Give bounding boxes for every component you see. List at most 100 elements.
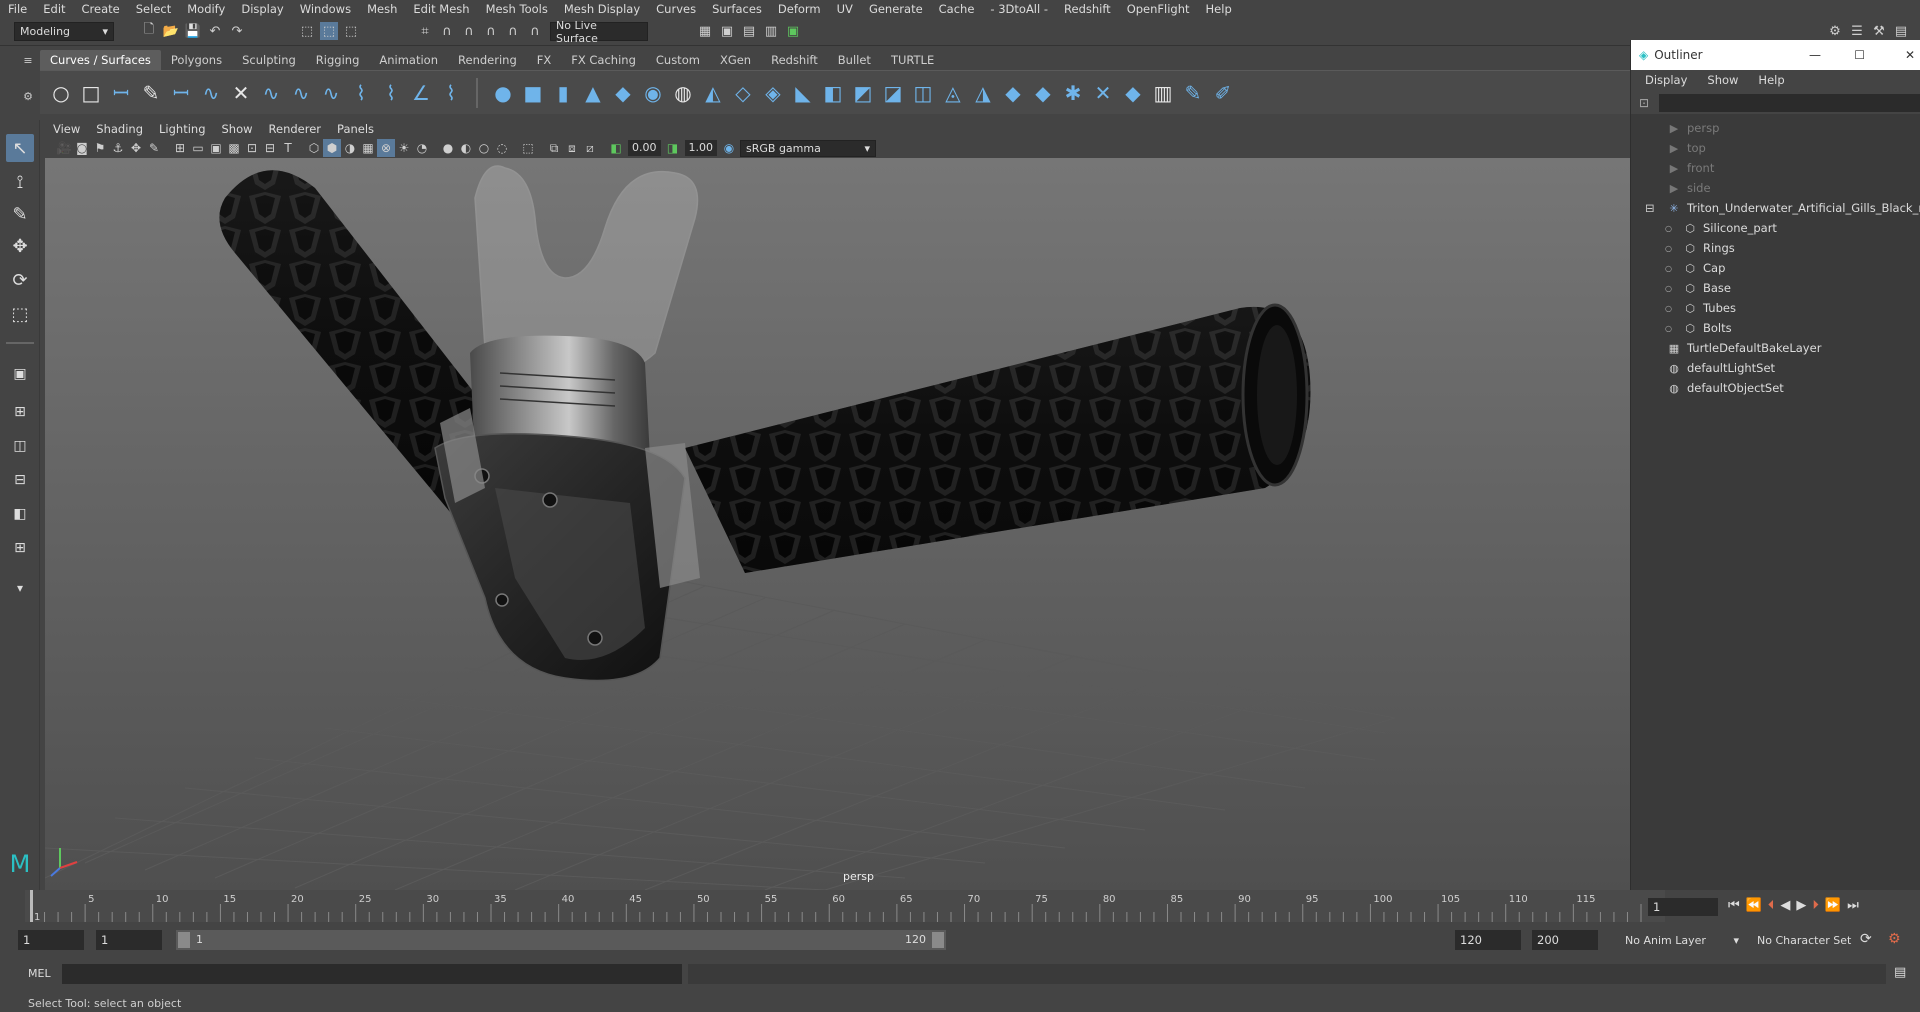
menu-item-modify[interactable]: Modify bbox=[179, 2, 233, 16]
channel-box-icon[interactable]: ▤ bbox=[1892, 22, 1910, 40]
play-forwards-icon[interactable]: ▶ bbox=[1796, 898, 1806, 913]
persp-outliner-icon[interactable]: ◫ bbox=[6, 432, 34, 460]
range-slider[interactable]: 1 120 bbox=[176, 930, 946, 950]
paint-select-icon[interactable]: ✎ bbox=[6, 200, 34, 228]
menu-item-windows[interactable]: Windows bbox=[292, 2, 359, 16]
safe-action-icon[interactable]: ⊟ bbox=[261, 139, 279, 157]
outliner-item[interactable]: ◍ defaultLightSet bbox=[1667, 358, 1775, 378]
persp-graph-icon[interactable]: ⊟ bbox=[6, 466, 34, 494]
outliner-filter-icon[interactable]: ⊡ bbox=[1639, 96, 1649, 110]
attach-surfaces-icon[interactable]: ◆ bbox=[1028, 78, 1058, 108]
birail-icon[interactable]: ◣ bbox=[788, 78, 818, 108]
select-hierarchy-icon[interactable]: ⬚ bbox=[298, 22, 316, 40]
bevel-plus-icon[interactable]: ◪ bbox=[878, 78, 908, 108]
shelf-tab-rigging[interactable]: Rigging bbox=[306, 50, 370, 70]
render-settings-icon[interactable]: ▦ bbox=[696, 22, 714, 40]
exposure-field[interactable]: 0.00 bbox=[628, 140, 661, 156]
snap-live-icon[interactable]: ∩ bbox=[526, 22, 544, 40]
nurbs-cube-icon[interactable]: ■ bbox=[518, 78, 548, 108]
resolution-gate-icon[interactable]: ▣ bbox=[207, 139, 225, 157]
render-view-icon[interactable]: ▣ bbox=[718, 22, 736, 40]
outliner-item[interactable]: ○ ⬡ Silicone_part bbox=[1665, 218, 1777, 238]
grease-pencil-icon[interactable]: ✎ bbox=[145, 139, 163, 157]
ipr-render-icon[interactable]: ▥ bbox=[762, 22, 780, 40]
hypershade-icon[interactable]: ▣ bbox=[784, 22, 802, 40]
trim-tool-icon[interactable]: ◮ bbox=[968, 78, 998, 108]
arc-tool-icon[interactable]: ✕ bbox=[226, 78, 256, 108]
shelf-tab-bullet[interactable]: Bullet bbox=[828, 50, 881, 70]
nurbs-circle-icon[interactable]: ○ bbox=[46, 78, 76, 108]
gamma-field[interactable]: 1.00 bbox=[684, 140, 717, 156]
shelf-tab-fx-caching[interactable]: FX Caching bbox=[561, 50, 646, 70]
layout-menu-icon[interactable]: ▾ bbox=[6, 574, 34, 602]
extrude-icon[interactable]: ◈ bbox=[758, 78, 788, 108]
outliner-menu-show[interactable]: Show bbox=[1697, 73, 1748, 87]
range-handle-start[interactable] bbox=[178, 932, 190, 948]
menu-item-select[interactable]: Select bbox=[128, 2, 179, 16]
auto-key-icon[interactable]: ⟳ bbox=[1860, 931, 1872, 947]
maximize-icon[interactable]: ☐ bbox=[1854, 48, 1865, 62]
panel-menu-show[interactable]: Show bbox=[214, 122, 261, 136]
panel-menu-panels[interactable]: Panels bbox=[329, 122, 382, 136]
step-back-frame-icon[interactable]: ⏴ bbox=[1768, 898, 1775, 913]
menu-item-mesh-display[interactable]: Mesh Display bbox=[556, 2, 648, 16]
single-perspective-view-icon[interactable]: ▣ bbox=[6, 360, 34, 388]
lasso-tool-icon[interactable]: ⟟ bbox=[6, 168, 34, 196]
pencil-curve-icon[interactable]: ∿ bbox=[196, 78, 226, 108]
menu-item-curves[interactable]: Curves bbox=[648, 2, 704, 16]
shelf-tab-fx[interactable]: FX bbox=[527, 50, 562, 70]
camera-attributes-icon[interactable]: ◙ bbox=[73, 139, 91, 157]
anim-prefs-icon[interactable]: ⚙ bbox=[1888, 931, 1901, 947]
panel-menu-shading[interactable]: Shading bbox=[88, 122, 151, 136]
scale-tool-icon[interactable]: ⬚ bbox=[6, 300, 34, 328]
extend-curve-icon[interactable]: ⌇ bbox=[346, 78, 376, 108]
wireframe-icon[interactable]: ⬡ bbox=[305, 139, 323, 157]
menu-item-deform[interactable]: Deform bbox=[770, 2, 829, 16]
menu-item-mesh-tools[interactable]: Mesh Tools bbox=[478, 2, 556, 16]
modeling-toolkit-icon[interactable]: ⚙ bbox=[1826, 22, 1844, 40]
outliner-item[interactable]: ⊟ ✳ Triton_Underwater_Artificial_Gills_Bla… bbox=[1645, 198, 1920, 218]
mode-dropdown[interactable]: Modeling ▾ bbox=[14, 22, 114, 41]
tool-settings-icon[interactable]: ⚒ bbox=[1870, 22, 1888, 40]
outliner-item[interactable]: ◍ defaultObjectSet bbox=[1667, 378, 1784, 398]
backface-culling-icon[interactable]: ⧄ bbox=[581, 139, 599, 157]
outliner-item[interactable]: ○ ⬡ Cap bbox=[1665, 258, 1725, 278]
shelf-tab-custom[interactable]: Custom bbox=[646, 50, 710, 70]
render-current-icon[interactable]: ▤ bbox=[740, 22, 758, 40]
menu-item-generate[interactable]: Generate bbox=[861, 2, 931, 16]
outliner-item[interactable]: ○ ⬡ Bolts bbox=[1665, 318, 1732, 338]
add-points-icon[interactable]: ⌇ bbox=[436, 78, 466, 108]
textured-icon[interactable]: ▦ bbox=[359, 139, 377, 157]
menu-item-edit-mesh[interactable]: Edit Mesh bbox=[405, 2, 477, 16]
attribute-editor-icon[interactable]: ☰ bbox=[1848, 22, 1866, 40]
snap-grid-icon[interactable]: ⌗ bbox=[416, 22, 434, 40]
surface-edit-icon[interactable]: ✐ bbox=[1208, 78, 1238, 108]
xray-joints-icon[interactable]: ⧉ bbox=[545, 139, 563, 157]
move-tool-icon[interactable]: ✥ bbox=[6, 232, 34, 260]
2d-pan-zoom-icon[interactable]: ✥ bbox=[127, 139, 145, 157]
insert-isoparm-icon[interactable]: ◆ bbox=[1118, 78, 1148, 108]
depth-of-field-icon[interactable]: ◌ bbox=[493, 139, 511, 157]
field-chart-icon[interactable]: ⊡ bbox=[243, 139, 261, 157]
snap-curve-icon[interactable]: ∩ bbox=[438, 22, 456, 40]
current-time-marker[interactable] bbox=[30, 890, 33, 922]
go-to-end-icon[interactable]: ⏭ bbox=[1847, 898, 1859, 913]
untrim-icon[interactable]: ◆ bbox=[998, 78, 1028, 108]
script-editor-icon[interactable]: ▤ bbox=[1894, 965, 1906, 980]
shelf-menu-icon[interactable]: ≡ bbox=[20, 50, 36, 70]
viewport-persp[interactable]: persp bbox=[45, 158, 1630, 890]
shelf-tab-redshift[interactable]: Redshift bbox=[761, 50, 828, 70]
nurbs-torus-icon[interactable]: ◉ bbox=[638, 78, 668, 108]
live-surface-field[interactable]: No Live Surface bbox=[550, 19, 648, 45]
outliner-item[interactable]: ▶ front bbox=[1667, 158, 1715, 178]
playback-start-field[interactable]: 1 bbox=[96, 930, 162, 950]
detach-surfaces-icon[interactable]: ✱ bbox=[1058, 78, 1088, 108]
rotate-tool-icon[interactable]: ⟳ bbox=[6, 266, 34, 294]
snap-surface-icon[interactable]: ∩ bbox=[504, 22, 522, 40]
use-all-lights-icon[interactable]: ⊗ bbox=[377, 139, 395, 157]
rebuild-curve-icon[interactable]: ∠ bbox=[406, 78, 436, 108]
smooth-shade-icon[interactable]: ⬢ bbox=[323, 139, 341, 157]
shelf-tab-animation[interactable]: Animation bbox=[369, 50, 448, 70]
shelf-tab-curves-surfaces[interactable]: Curves / Surfaces bbox=[40, 50, 161, 70]
select-tool-icon[interactable]: ↖ bbox=[6, 134, 34, 162]
